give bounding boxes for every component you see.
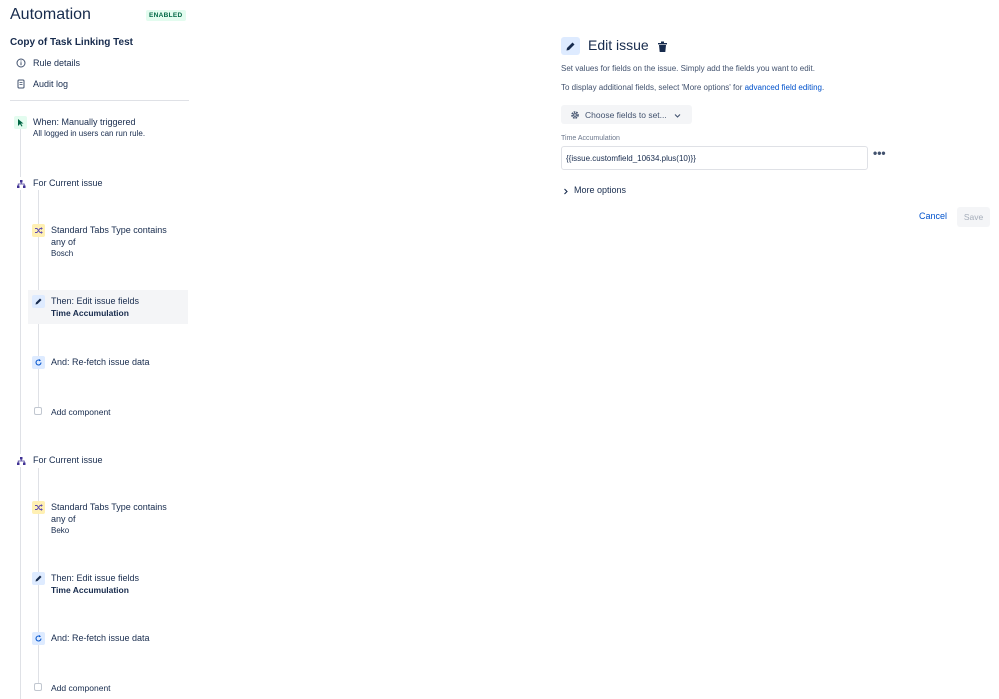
- shuffle-icon: [32, 224, 45, 237]
- status-badge: ENABLED: [146, 10, 186, 21]
- desc2-prefix: To display additional fields, select 'Mo…: [561, 83, 745, 92]
- pencil-icon: [32, 572, 45, 585]
- more-actions-icon[interactable]: •••: [873, 147, 886, 159]
- condition-line1: Standard Tabs Type contains: [51, 502, 167, 512]
- pencil-icon: [32, 295, 45, 308]
- flow-line: [20, 128, 21, 699]
- pencil-icon: [561, 37, 580, 55]
- nav-rule-details[interactable]: Rule details: [16, 58, 80, 68]
- sidebar-divider: [10, 100, 189, 101]
- info-icon: [16, 58, 26, 68]
- time-accumulation-input[interactable]: [561, 146, 868, 170]
- shuffle-icon: [32, 501, 45, 514]
- rule-sidebar: Automation ENABLED Copy of Task Linking …: [0, 0, 200, 699]
- refetch-label: And: Re-fetch issue data: [51, 357, 150, 367]
- branch-label: For Current issue: [33, 455, 103, 465]
- more-options-toggle[interactable]: More options: [563, 185, 626, 195]
- refresh-icon: [32, 356, 45, 369]
- chevron-right-icon: [563, 187, 569, 194]
- advanced-field-editing-link[interactable]: advanced field editing: [745, 83, 822, 92]
- more-options-label: More options: [574, 185, 627, 195]
- cancel-button[interactable]: Cancel: [919, 211, 947, 221]
- condition-line2: any of: [51, 514, 76, 524]
- audit-log-icon: [16, 79, 26, 89]
- condition-value: Bosch: [51, 249, 74, 258]
- condition-line2: any of: [51, 237, 76, 247]
- time-accumulation-label: Time Accumulation: [561, 135, 620, 142]
- nav-audit-log-label: Audit log: [33, 79, 69, 89]
- choose-fields-label: Choose fields to set...: [585, 109, 667, 120]
- panel-description: Set values for fields on the issue. Simp…: [561, 64, 815, 73]
- action-label: Then: Edit issue fields: [51, 573, 140, 583]
- trash-icon[interactable]: [657, 40, 669, 52]
- rule-name: Copy of Task Linking Test: [10, 37, 133, 48]
- add-component-label: Add component: [51, 683, 111, 693]
- condition-line1: Standard Tabs Type contains: [51, 225, 167, 235]
- trigger-sub: All logged in users can run rule.: [33, 129, 146, 138]
- save-button[interactable]: Save: [957, 207, 990, 227]
- app-title: Automation: [10, 6, 91, 23]
- nav-rule-details-label: Rule details: [33, 58, 81, 68]
- branch-icon: [14, 454, 27, 467]
- action-detail: Time Accumulation: [51, 585, 129, 595]
- add-circle-icon: [34, 683, 42, 691]
- gear-icon: [570, 110, 580, 120]
- refresh-icon: [32, 632, 45, 645]
- branch-label: For Current issue: [33, 178, 103, 188]
- trigger-label: When: Manually triggered: [33, 117, 136, 127]
- add-component-label: Add component: [51, 407, 111, 417]
- nav-audit-log[interactable]: Audit log: [16, 79, 68, 89]
- branch-icon: [14, 177, 27, 190]
- action-detail: Time Accumulation: [51, 308, 129, 318]
- chevron-down-icon: [674, 111, 681, 118]
- panel-description-more: To display additional fields, select 'Mo…: [561, 83, 824, 92]
- panel-title: Edit issue: [588, 37, 649, 53]
- add-circle-icon: [34, 407, 42, 415]
- action-label: Then: Edit issue fields: [51, 296, 140, 306]
- refetch-label: And: Re-fetch issue data: [51, 633, 150, 643]
- desc2-suffix: .: [821, 83, 825, 92]
- condition-value: Beko: [51, 526, 70, 535]
- cursor-click-icon: [14, 116, 27, 129]
- choose-fields-button[interactable]: Choose fields to set...: [561, 105, 692, 124]
